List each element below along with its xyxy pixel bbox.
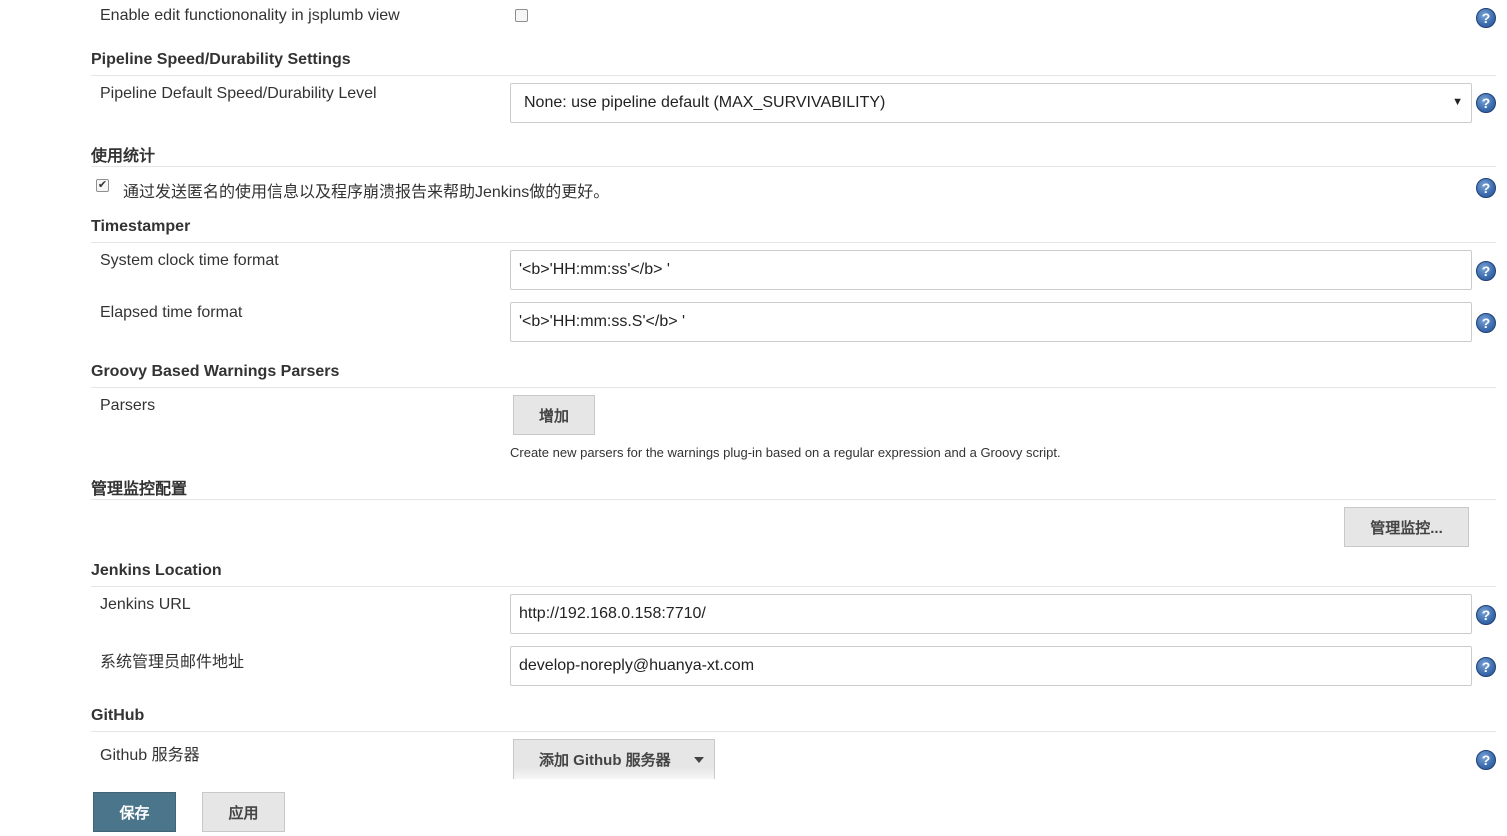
section-title-github: GitHub (91, 707, 145, 724)
section-title-location: Jenkins Location (91, 562, 222, 579)
parsers-hint: Create new parsers for the warnings plug… (510, 445, 1061, 460)
section-title-usage: 使用统计 (91, 148, 156, 165)
admin-email-input[interactable]: develop-noreply@huanya-xt.com (510, 646, 1472, 686)
apply-button[interactable]: 应用 (202, 792, 285, 832)
section-title-groovy: Groovy Based Warnings Parsers (91, 363, 340, 380)
help-icon[interactable]: ? (1476, 93, 1496, 113)
jenkins-url-value: http://192.168.0.158:7710/ (519, 605, 706, 622)
section-title-pipeline: Pipeline Speed/Durability Settings (91, 51, 351, 68)
section-title-timestamper: Timestamper (91, 218, 191, 235)
pipeline-level-select[interactable]: None: use pipeline default (MAX_SURVIVAB… (510, 83, 1472, 123)
clock-format-label: System clock time format (100, 252, 279, 269)
section-divider (91, 499, 1496, 500)
help-icon[interactable]: ? (1476, 657, 1496, 677)
section-divider (91, 166, 1496, 167)
add-parser-button[interactable]: 增加 (513, 395, 595, 435)
jenkins-url-input[interactable]: http://192.168.0.158:7710/ (510, 594, 1472, 634)
section-divider (91, 242, 1496, 243)
caret-down-icon (694, 757, 704, 763)
clock-format-input[interactable]: '<b>'HH:mm:ss'</b> ' (510, 250, 1472, 290)
help-icon[interactable]: ? (1476, 8, 1496, 28)
admin-email-value: develop-noreply@huanya-xt.com (519, 657, 755, 674)
save-button[interactable]: 保存 (93, 792, 176, 832)
usage-stats-label: 通过发送匿名的使用信息以及程序崩溃报告来帮助Jenkins做的更好。 (123, 184, 610, 201)
add-github-server-label: 添加 Github 服务器 (539, 752, 671, 769)
help-icon[interactable]: ? (1476, 750, 1496, 770)
section-divider (91, 731, 1496, 732)
elapsed-format-value: '<b>'HH:mm:ss.S'</b> ' (519, 313, 686, 330)
section-title-monitor: 管理监控配置 (91, 481, 188, 498)
help-icon[interactable]: ? (1476, 178, 1496, 198)
parsers-label: Parsers (100, 397, 156, 414)
help-icon[interactable]: ? (1476, 605, 1496, 625)
elapsed-format-label: Elapsed time format (100, 304, 243, 321)
chevron-down-icon: ▼ (1452, 96, 1463, 108)
elapsed-format-input[interactable]: '<b>'HH:mm:ss.S'</b> ' (510, 302, 1472, 342)
section-divider (91, 387, 1496, 388)
pipeline-level-value: None: use pipeline default (MAX_SURVIVAB… (524, 94, 886, 111)
clock-format-value: '<b>'HH:mm:ss'</b> ' (519, 261, 670, 278)
help-icon[interactable]: ? (1476, 313, 1496, 333)
pipeline-level-label: Pipeline Default Speed/Durability Level (100, 85, 377, 102)
section-divider (91, 586, 1496, 587)
jsplumb-edit-label: Enable edit functiononality in jsplumb v… (100, 7, 400, 24)
jsplumb-edit-checkbox[interactable] (515, 9, 528, 22)
admin-email-label: 系统管理员邮件地址 (100, 654, 245, 671)
manage-monitor-button[interactable]: 管理监控... (1344, 507, 1469, 547)
github-servers-label: Github 服务器 (100, 747, 200, 764)
add-github-server-button[interactable]: 添加 Github 服务器 (513, 739, 715, 779)
jenkins-url-label: Jenkins URL (100, 596, 191, 613)
section-divider (91, 75, 1496, 76)
usage-stats-checkbox[interactable]: ✔ (96, 179, 109, 192)
help-icon[interactable]: ? (1476, 261, 1496, 281)
